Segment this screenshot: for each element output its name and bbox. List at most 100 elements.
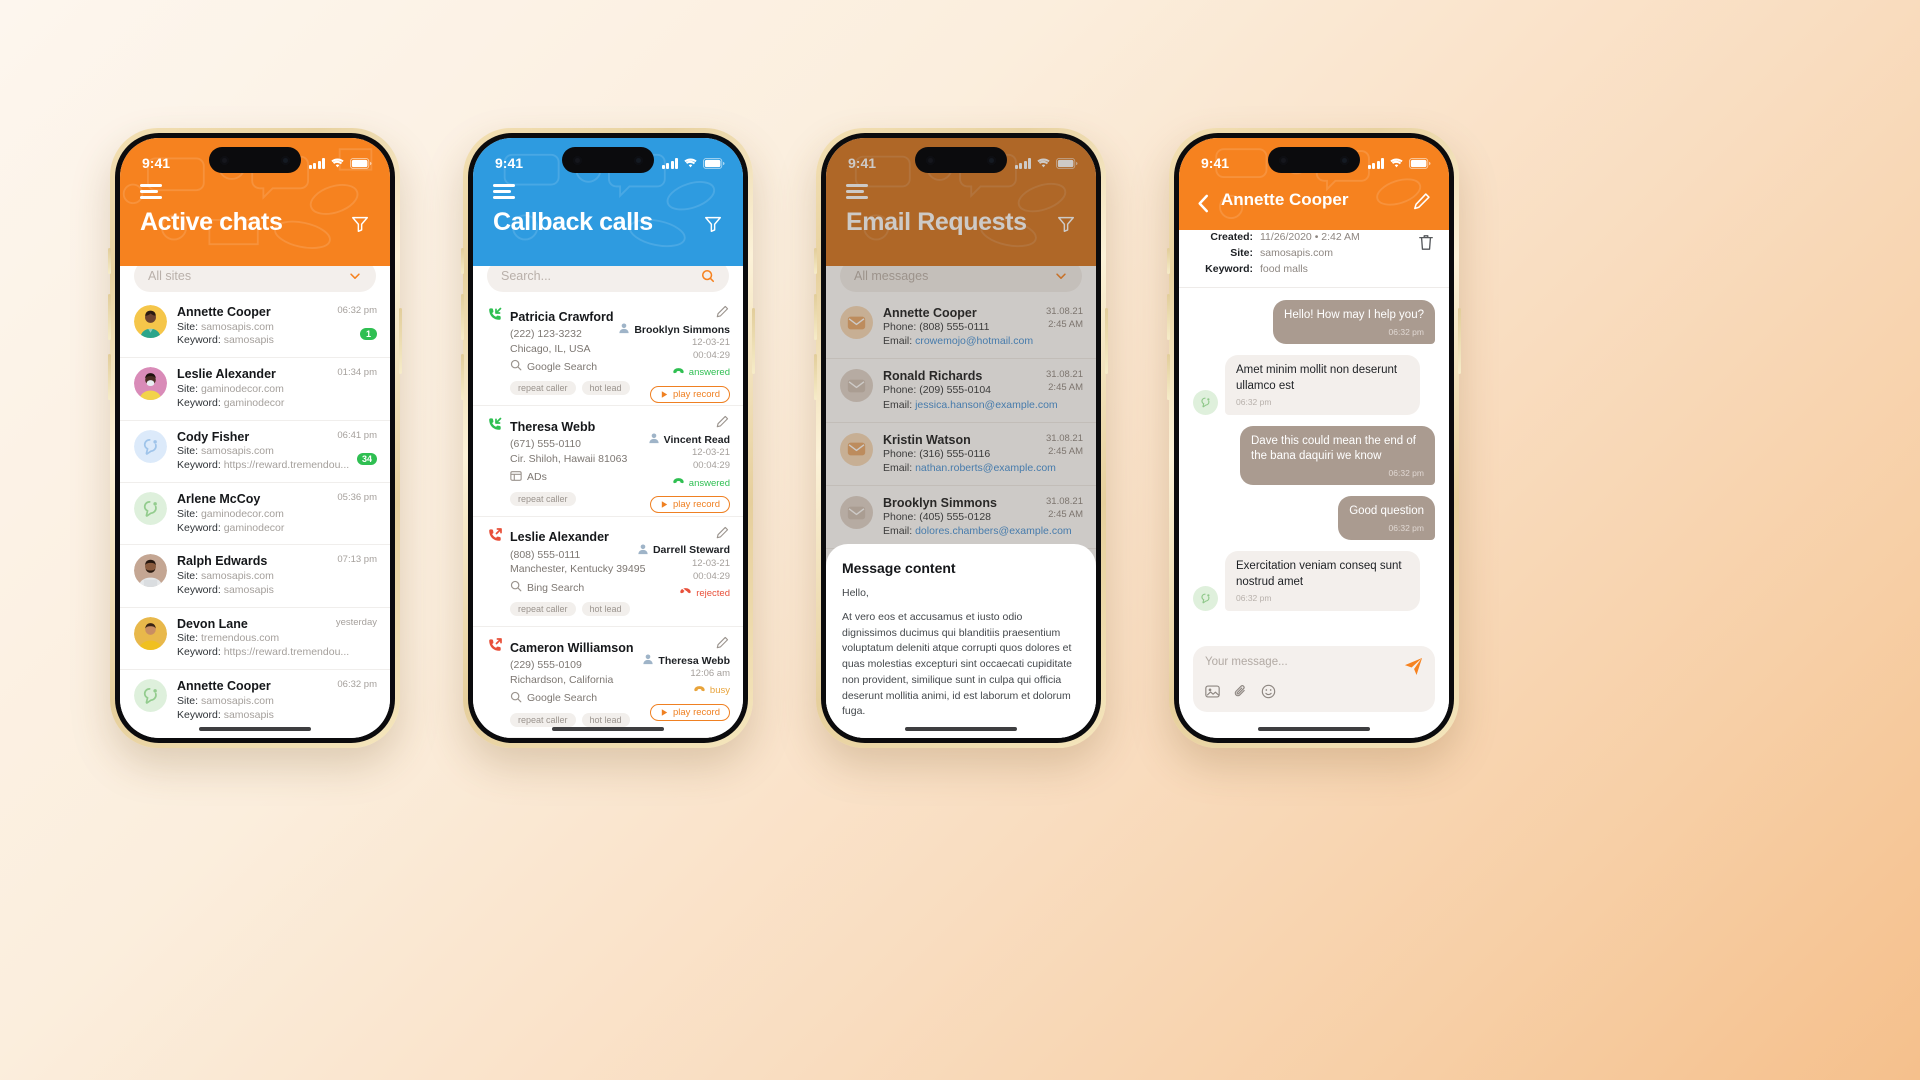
chat-keyword: Keyword: gaminodecor: [177, 521, 285, 534]
chat-site: Site: tremendous.com: [177, 632, 280, 645]
email-link[interactable]: dolores.chambers@example.com: [915, 525, 1072, 537]
email-address: Email: dolores.chambers@example.com: [883, 525, 1072, 538]
play-record-button[interactable]: play record: [650, 385, 730, 403]
call-source-label: ADs: [527, 471, 547, 484]
avatar: [134, 492, 167, 526]
wifi-icon: [1389, 158, 1404, 169]
caller-name: Patricia Crawford: [510, 309, 614, 324]
bot-avatar: [1193, 389, 1218, 415]
call-status-icon: [672, 365, 685, 381]
message-time: 06:32 pm: [1388, 522, 1424, 533]
outgoing-call-icon: [487, 637, 503, 658]
paperclip-icon[interactable]: [1233, 684, 1248, 704]
message-input[interactable]: Your message...: [1205, 656, 1423, 668]
email-address: Email: jessica.hanson@example.com: [883, 398, 1058, 411]
pencil-icon[interactable]: [716, 305, 729, 323]
hamburger-menu-icon[interactable]: [140, 184, 162, 199]
call-tags: repeat caller hot lead: [510, 602, 729, 617]
email-request-item[interactable]: Kristin Watson Phone: (316) 555-0116 Ema…: [826, 423, 1096, 487]
play-record-button[interactable]: play record: [650, 703, 730, 721]
chat-timestamp: yesterday: [335, 616, 377, 628]
chat-timestamp: 05:36 pm: [337, 492, 377, 504]
email-phone: Phone: (209) 555-0104: [883, 384, 991, 397]
emoji-icon[interactable]: [1261, 684, 1276, 704]
chat-keyword: Keyword: https://reward.tremendou...: [177, 646, 350, 659]
cellular-signal-icon: [308, 157, 325, 169]
email-request-item[interactable]: Annette Cooper Phone: (808) 555-0111 Ema…: [826, 296, 1096, 360]
chat-timestamp: 07:13 pm: [337, 554, 377, 566]
email-request-item[interactable]: Ronald Richards Phone: (209) 555-0104 Em…: [826, 359, 1096, 423]
search-placeholder: Search...: [501, 269, 552, 283]
filter-icon[interactable]: [703, 214, 723, 239]
call-date: 12-03-21: [691, 447, 730, 459]
email-request-item[interactable]: Brooklyn Simmons Phone: (405) 555-0128 E…: [826, 486, 1096, 550]
dynamic-island: [562, 147, 654, 173]
pencil-icon[interactable]: [716, 526, 729, 544]
email-time: 2:45 AM: [1048, 508, 1083, 520]
caller-name: Theresa Webb: [510, 419, 596, 434]
chat-keyword: Keyword: gaminodecor: [177, 396, 285, 409]
chevron-left-icon[interactable]: [1197, 194, 1209, 218]
agent-name: Brooklyn Simmons: [634, 323, 730, 336]
created-value: 11/26/2020 • 2:42 AM: [1260, 231, 1360, 243]
filter-icon[interactable]: [350, 214, 370, 239]
email-contact-name: Brooklyn Simmons: [883, 496, 997, 511]
email-phone: Phone: (316) 555-0116: [883, 447, 991, 460]
status-time: 9:41: [848, 155, 877, 171]
chat-list-item[interactable]: Annette Cooper Site: samosapis.com Keywo…: [120, 670, 390, 731]
bot-avatar: [1193, 585, 1218, 611]
battery-icon: [1409, 157, 1431, 169]
image-icon[interactable]: [1205, 684, 1220, 704]
callback-call-item[interactable]: Patricia Crawford (222) 123-3232 Chicago…: [473, 296, 743, 407]
email-link[interactable]: crowemojo@hotmail.com: [915, 335, 1033, 347]
content-sheet: All sites Annette Cooper Site: samosapis…: [120, 248, 390, 738]
message-row: Dave this could mean the end of the bana…: [1193, 425, 1435, 486]
outgoing-message-bubble: Good question 06:32 pm: [1338, 496, 1435, 541]
hamburger-menu-icon[interactable]: [846, 184, 868, 199]
page-title: Email Requests: [846, 208, 1027, 236]
pencil-icon[interactable]: [1413, 192, 1431, 215]
phone-callback-calls: 9:41 Callback calls Search... Patricia C…: [461, 128, 755, 748]
email-contact-name: Annette Cooper: [883, 306, 977, 320]
message-text: Dave this could mean the end of the bana…: [1251, 434, 1416, 463]
envelope-icon: [840, 496, 873, 530]
envelope-icon: [840, 306, 873, 339]
site-filter-value: All sites: [148, 269, 192, 283]
created-label: Created:: [1210, 231, 1253, 243]
wifi-icon: [1036, 158, 1051, 169]
email-contact-name: Kristin Watson: [883, 432, 971, 447]
pencil-icon[interactable]: [716, 636, 729, 654]
chat-list-item[interactable]: Leslie Alexander Site: gaminodecor.com K…: [120, 358, 390, 421]
chat-list-item[interactable]: Ralph Edwards Site: samosapis.com Keywor…: [120, 545, 390, 608]
message-filter-value: All messages: [854, 269, 929, 283]
send-icon[interactable]: [1404, 657, 1423, 681]
email-link[interactable]: jessica.hanson@example.com: [915, 399, 1058, 411]
pencil-icon[interactable]: [716, 415, 729, 433]
person-icon: [637, 543, 649, 558]
chat-site: Site: gaminodecor.com: [177, 382, 284, 395]
play-icon: [661, 501, 668, 508]
chat-list-item[interactable]: Devon Lane Site: tremendous.com Keyword:…: [120, 608, 390, 671]
email-link[interactable]: nathan.roberts@example.com: [915, 462, 1056, 474]
callback-call-item[interactable]: Leslie Alexander (808) 555-0111 Manchest…: [473, 517, 743, 628]
message-text: Good question: [1349, 505, 1424, 518]
caller-name: Cameron Williamson: [510, 640, 634, 655]
chat-list-item[interactable]: Arlene McCoy Site: gaminodecor.com Keywo…: [120, 483, 390, 546]
callback-call-item[interactable]: Cameron Williamson (229) 555-0109 Richar…: [473, 627, 743, 738]
search-icon[interactable]: [701, 269, 715, 283]
cellular-signal-icon: [1367, 157, 1384, 169]
chat-list-item[interactable]: Cody Fisher Site: samosapis.com Keyword:…: [120, 421, 390, 484]
chat-contact-name: Annette Cooper: [1221, 190, 1349, 209]
call-duration: 00:04:29: [693, 349, 730, 361]
chat-timestamp: 01:34 pm: [337, 367, 377, 379]
chevron-down-icon: [350, 273, 360, 279]
play-record-button[interactable]: play record: [650, 496, 730, 513]
chat-list-item[interactable]: Annette Cooper Site: samosapis.com Keywo…: [120, 296, 390, 359]
trash-icon[interactable]: [1418, 234, 1434, 256]
callback-call-item[interactable]: Theresa Webb (671) 555-0110 Cir. Shiloh,…: [473, 406, 743, 517]
person-icon: [648, 432, 660, 447]
filter-icon[interactable]: [1056, 214, 1076, 239]
phone-active-chats: 9:41 Active chats All sites Annette Coop…: [108, 128, 402, 748]
hamburger-menu-icon[interactable]: [493, 184, 515, 199]
message-composer[interactable]: Your message...: [1193, 646, 1435, 712]
